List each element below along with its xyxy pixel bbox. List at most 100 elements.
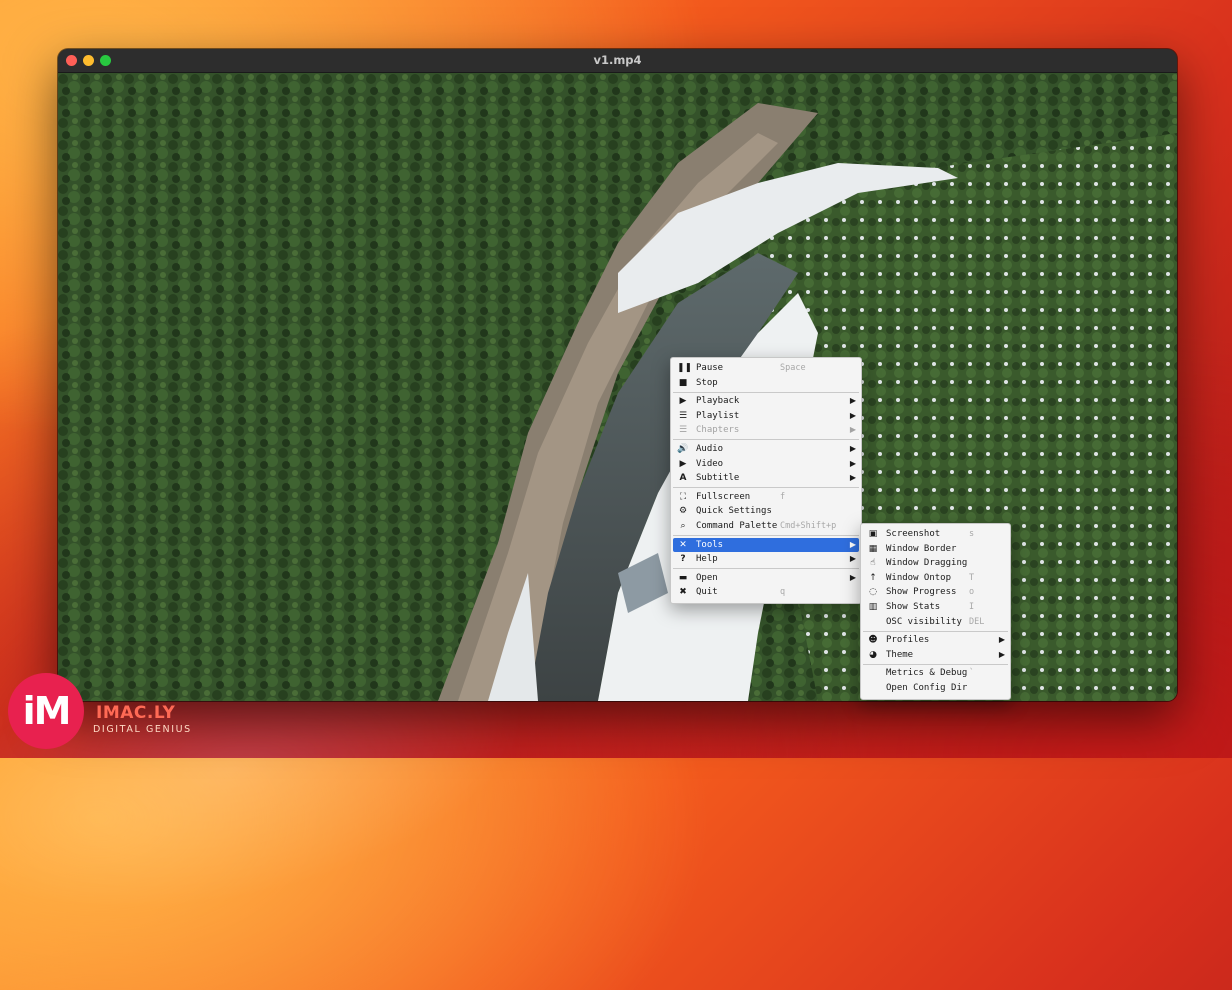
submenu-arrow-icon: ▶ bbox=[998, 649, 1005, 659]
menu-item-screenshot[interactable]: ▣ Screenshot s bbox=[861, 527, 1010, 542]
menu-shortcut: T bbox=[969, 572, 975, 583]
menu-shortcut: I bbox=[969, 601, 975, 612]
pause-icon: ❚❚ bbox=[677, 363, 693, 373]
submenu-arrow-icon: ▶ bbox=[849, 473, 856, 483]
menu-separator bbox=[673, 535, 859, 537]
submenu-arrow-icon: ▶ bbox=[998, 635, 1005, 645]
menu-shortcut: ` bbox=[969, 668, 975, 679]
menu-item-label: Open bbox=[696, 572, 718, 583]
menu-shortcut: s bbox=[969, 529, 975, 539]
menu-item-window-ontop[interactable]: ↑ Window Ontop T bbox=[861, 571, 1010, 586]
stats-chart-icon: ▥ bbox=[868, 601, 878, 612]
menu-item-theme[interactable]: ◕ Theme ▶ bbox=[861, 648, 1010, 663]
chapters-icon: ☰ bbox=[678, 425, 688, 436]
menu-item-label: Playback bbox=[696, 396, 740, 407]
arrow-up-icon: ↑ bbox=[869, 572, 877, 583]
menu-item-fullscreen[interactable]: ⛶ Fullscreen f bbox=[671, 490, 861, 505]
menu-shortcut: DEL bbox=[969, 616, 985, 627]
help-icon: ? bbox=[680, 554, 686, 565]
imacly-logo: iM bbox=[8, 673, 84, 749]
menu-item-show-progress[interactable]: ◌ Show Progress o bbox=[861, 585, 1010, 600]
menu-shortcut: f bbox=[780, 491, 786, 502]
menu-item-label: Window Border bbox=[886, 543, 957, 554]
profiles-icon: ☻ bbox=[868, 635, 878, 646]
menu-item-label: Audio bbox=[696, 443, 724, 454]
settings-icon: ⚙ bbox=[678, 506, 688, 517]
screenshot-icon: ▣ bbox=[868, 529, 878, 539]
menu-item-label: Profiles bbox=[886, 635, 930, 646]
menu-item-window-dragging[interactable]: ☝ Window Dragging bbox=[861, 556, 1010, 571]
subtitle-icon: A bbox=[679, 473, 687, 484]
menu-item-audio[interactable]: 🔊 Audio ▶ bbox=[671, 442, 861, 457]
menu-item-label: Video bbox=[696, 458, 724, 469]
menu-item-command-palette[interactable]: ⌕ Command Palette Cmd+Shift+p bbox=[671, 519, 861, 534]
quit-icon: ✖ bbox=[679, 587, 687, 598]
watermark-tagline: DIGITAL GENIUS bbox=[93, 724, 192, 735]
title-bar[interactable]: v1.mp4 bbox=[58, 49, 1177, 73]
menu-item-label: Show Stats bbox=[886, 601, 941, 612]
menu-item-quit[interactable]: ✖ Quit q bbox=[671, 585, 861, 600]
menu-item-label: Fullscreen bbox=[696, 491, 751, 502]
menu-item-label: Tools bbox=[696, 539, 724, 550]
menu-item-label: Window Ontop bbox=[886, 572, 952, 583]
menu-separator bbox=[673, 391, 859, 393]
stop-icon: ■ bbox=[678, 377, 688, 388]
menu-item-quick-settings[interactable]: ⚙ Quick Settings bbox=[671, 504, 861, 519]
menu-item-open-config-dir[interactable]: Open Config Dir bbox=[861, 681, 1010, 696]
hand-pointer-icon: ☝ bbox=[870, 558, 876, 569]
audio-icon: 🔊 bbox=[677, 443, 689, 454]
menu-item-show-stats[interactable]: ▥ Show Stats I bbox=[861, 600, 1010, 615]
play-circle-icon: ▶ bbox=[679, 396, 687, 407]
menu-separator bbox=[863, 663, 1008, 665]
window-title: v1.mp4 bbox=[593, 53, 642, 67]
menu-item-metrics-debug[interactable]: Metrics & Debug ` bbox=[861, 666, 1010, 681]
menu-item-open[interactable]: ▬ Open ▶ bbox=[671, 571, 861, 586]
submenu-arrow-icon: ▶ bbox=[849, 396, 856, 406]
menu-item-label: Playlist bbox=[696, 410, 740, 421]
menu-separator bbox=[673, 439, 859, 441]
menu-item-subtitle[interactable]: A Subtitle ▶ bbox=[671, 471, 861, 486]
menu-item-osc-visibility[interactable]: OSC visibility DEL bbox=[861, 615, 1010, 630]
menu-item-label: Command Palette bbox=[696, 520, 778, 531]
menu-separator bbox=[673, 487, 859, 489]
folder-icon: ▬ bbox=[678, 572, 688, 583]
search-icon: ⌕ bbox=[680, 520, 686, 531]
menu-item-label: Screenshot bbox=[886, 529, 941, 539]
menu-item-label: Metrics & Debug bbox=[886, 668, 968, 679]
watermark-name: IMAC.LY bbox=[96, 703, 176, 723]
menu-shortcut: Cmd+Shift+p bbox=[780, 520, 837, 531]
fullscreen-icon: ⛶ bbox=[679, 491, 687, 502]
menu-item-label: Subtitle bbox=[696, 473, 740, 484]
menu-shortcut: o bbox=[969, 587, 975, 598]
menu-item-label: Theme bbox=[886, 649, 914, 660]
menu-item-label: Chapters bbox=[696, 425, 740, 436]
menu-separator bbox=[673, 568, 859, 570]
tools-submenu: ▣ Screenshot s ▦ Window Border ☝ Window … bbox=[860, 523, 1011, 700]
menu-item-playlist[interactable]: ☰ Playlist ▶ bbox=[671, 409, 861, 424]
menu-item-label: Window Dragging bbox=[886, 558, 968, 569]
menu-item-playback[interactable]: ▶ Playback ▶ bbox=[671, 394, 861, 409]
menu-item-label: Help bbox=[696, 554, 718, 565]
menu-item-video[interactable]: ▶ Video ▶ bbox=[671, 457, 861, 472]
menu-item-label: Quit bbox=[696, 587, 718, 598]
submenu-arrow-icon: ▶ bbox=[849, 410, 856, 420]
window-border-icon: ▦ bbox=[868, 543, 878, 554]
menu-separator bbox=[863, 630, 1008, 632]
menu-item-tools[interactable]: ✕ Tools ▶ bbox=[673, 537, 859, 553]
menu-shortcut: Space bbox=[780, 363, 806, 373]
menu-item-stop[interactable]: ■ Stop bbox=[671, 376, 861, 391]
playlist-icon: ☰ bbox=[678, 410, 688, 421]
tools-icon: ✕ bbox=[679, 539, 687, 550]
palette-icon: ◕ bbox=[869, 649, 877, 660]
menu-item-window-border[interactable]: ▦ Window Border bbox=[861, 542, 1010, 557]
menu-item-label: Quick Settings bbox=[696, 506, 772, 517]
menu-item-pause[interactable]: ❚❚ Pause Space bbox=[671, 361, 861, 376]
submenu-arrow-icon: ▶ bbox=[849, 554, 856, 564]
menu-item-help[interactable]: ? Help ▶ bbox=[671, 552, 861, 567]
submenu-arrow-icon: ▶ bbox=[849, 443, 856, 453]
progress-spinner-icon: ◌ bbox=[869, 587, 877, 598]
menu-item-chapters: ☰ Chapters ▶ bbox=[671, 423, 861, 438]
context-menu: ❚❚ Pause Space ■ Stop ▶ Playback ▶ ☰ Pla… bbox=[670, 357, 862, 604]
menu-item-label: OSC visibility bbox=[886, 616, 962, 627]
menu-item-profiles[interactable]: ☻ Profiles ▶ bbox=[861, 633, 1010, 648]
